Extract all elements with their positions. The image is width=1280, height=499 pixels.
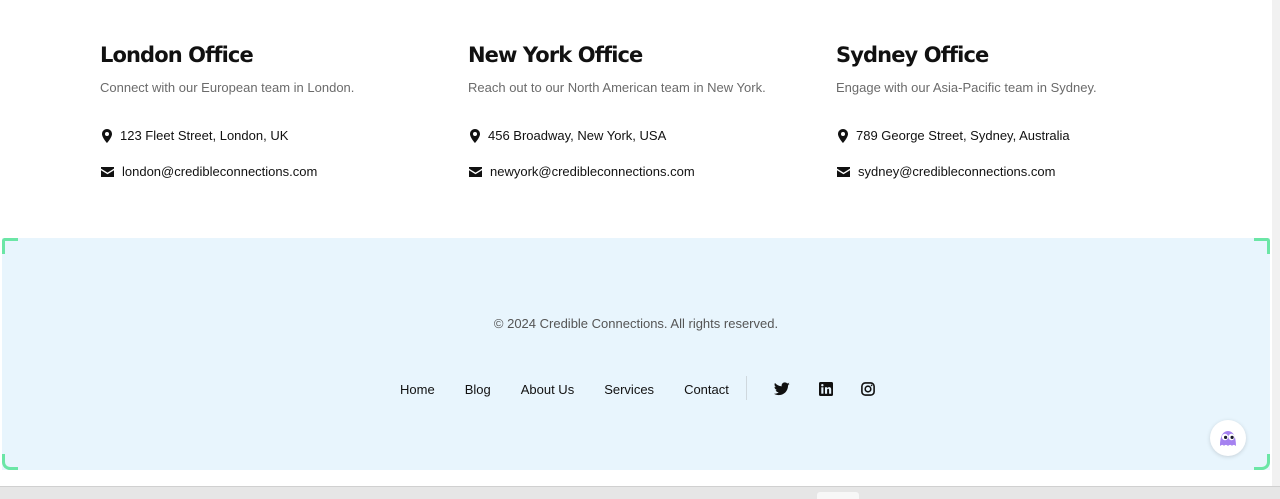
office-card-new-york: New York Office Reach out to our North A… (468, 40, 798, 179)
office-email-text[interactable]: sydney@credibleconnections.com (858, 164, 1055, 179)
site-footer: © 2024 Credible Connections. All rights … (2, 238, 1270, 470)
footer-nav-home[interactable]: Home (400, 382, 435, 397)
copyright-text: © 2024 Credible Connections. All rights … (493, 316, 779, 331)
focus-corner-top-right (1254, 238, 1270, 254)
instagram-icon[interactable] (860, 381, 876, 397)
office-address: 123 Fleet Street, London, UK (100, 128, 288, 143)
office-address: 456 Broadway, New York, USA (468, 128, 666, 143)
map-pin-icon (468, 128, 482, 143)
linkedin-icon[interactable] (818, 381, 834, 397)
chat-assistant-icon (1214, 422, 1242, 455)
envelope-icon (468, 165, 482, 179)
scrollbar-thumb[interactable] (817, 492, 859, 499)
envelope-icon (100, 165, 114, 179)
vertical-scrollbar[interactable] (1272, 0, 1280, 486)
map-pin-icon (836, 128, 850, 143)
offices-section: London Office Connect with our European … (0, 0, 1272, 238)
office-address-text: 123 Fleet Street, London, UK (120, 128, 289, 143)
office-address-text: 456 Broadway, New York, USA (488, 128, 667, 143)
office-email[interactable]: newyork@credibleconnections.com (468, 164, 695, 179)
office-email[interactable]: sydney@credibleconnections.com (836, 164, 1055, 179)
footer-nav-blog[interactable]: Blog (465, 382, 491, 397)
footer-nav: Home Blog About Us Services Contact (400, 380, 729, 398)
footer-nav-about-us[interactable]: About Us (521, 382, 574, 397)
map-pin-icon (100, 128, 114, 143)
office-card-sydney: Sydney Office Engage with our Asia-Pacif… (836, 40, 1166, 179)
office-title: Sydney Office (836, 43, 989, 67)
office-title: London Office (100, 43, 254, 67)
chat-assistant-button[interactable] (1210, 420, 1246, 456)
office-description: Engage with our Asia-Pacific team in Syd… (836, 80, 1097, 95)
office-address-text: 789 George Street, Sydney, Australia (856, 128, 1070, 143)
focus-corner-top-left (2, 238, 18, 254)
focus-corner-bottom-left (2, 454, 18, 470)
footer-nav-services[interactable]: Services (604, 382, 654, 397)
office-email[interactable]: london@credibleconnections.com (100, 164, 317, 179)
envelope-icon (836, 165, 850, 179)
office-card-london: London Office Connect with our European … (100, 40, 430, 179)
office-title: New York Office (468, 43, 643, 67)
office-email-text[interactable]: newyork@credibleconnections.com (490, 164, 695, 179)
footer-divider (746, 376, 747, 400)
office-description: Reach out to our North American team in … (468, 80, 766, 95)
twitter-icon[interactable] (774, 381, 790, 397)
office-description: Connect with our European team in London… (100, 80, 355, 95)
horizontal-scrollbar[interactable] (0, 486, 1280, 499)
footer-nav-contact[interactable]: Contact (684, 382, 729, 397)
page: London Office Connect with our European … (0, 0, 1272, 486)
office-email-text[interactable]: london@credibleconnections.com (122, 164, 317, 179)
focus-corner-bottom-right (1254, 454, 1270, 470)
office-address: 789 George Street, Sydney, Australia (836, 128, 1070, 143)
